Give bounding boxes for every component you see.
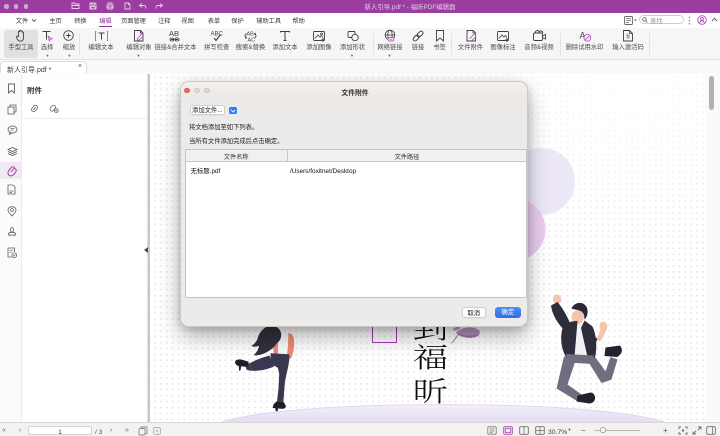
svg-text:ABC: ABC [210, 32, 223, 38]
svg-text:AB: AB [169, 29, 179, 38]
